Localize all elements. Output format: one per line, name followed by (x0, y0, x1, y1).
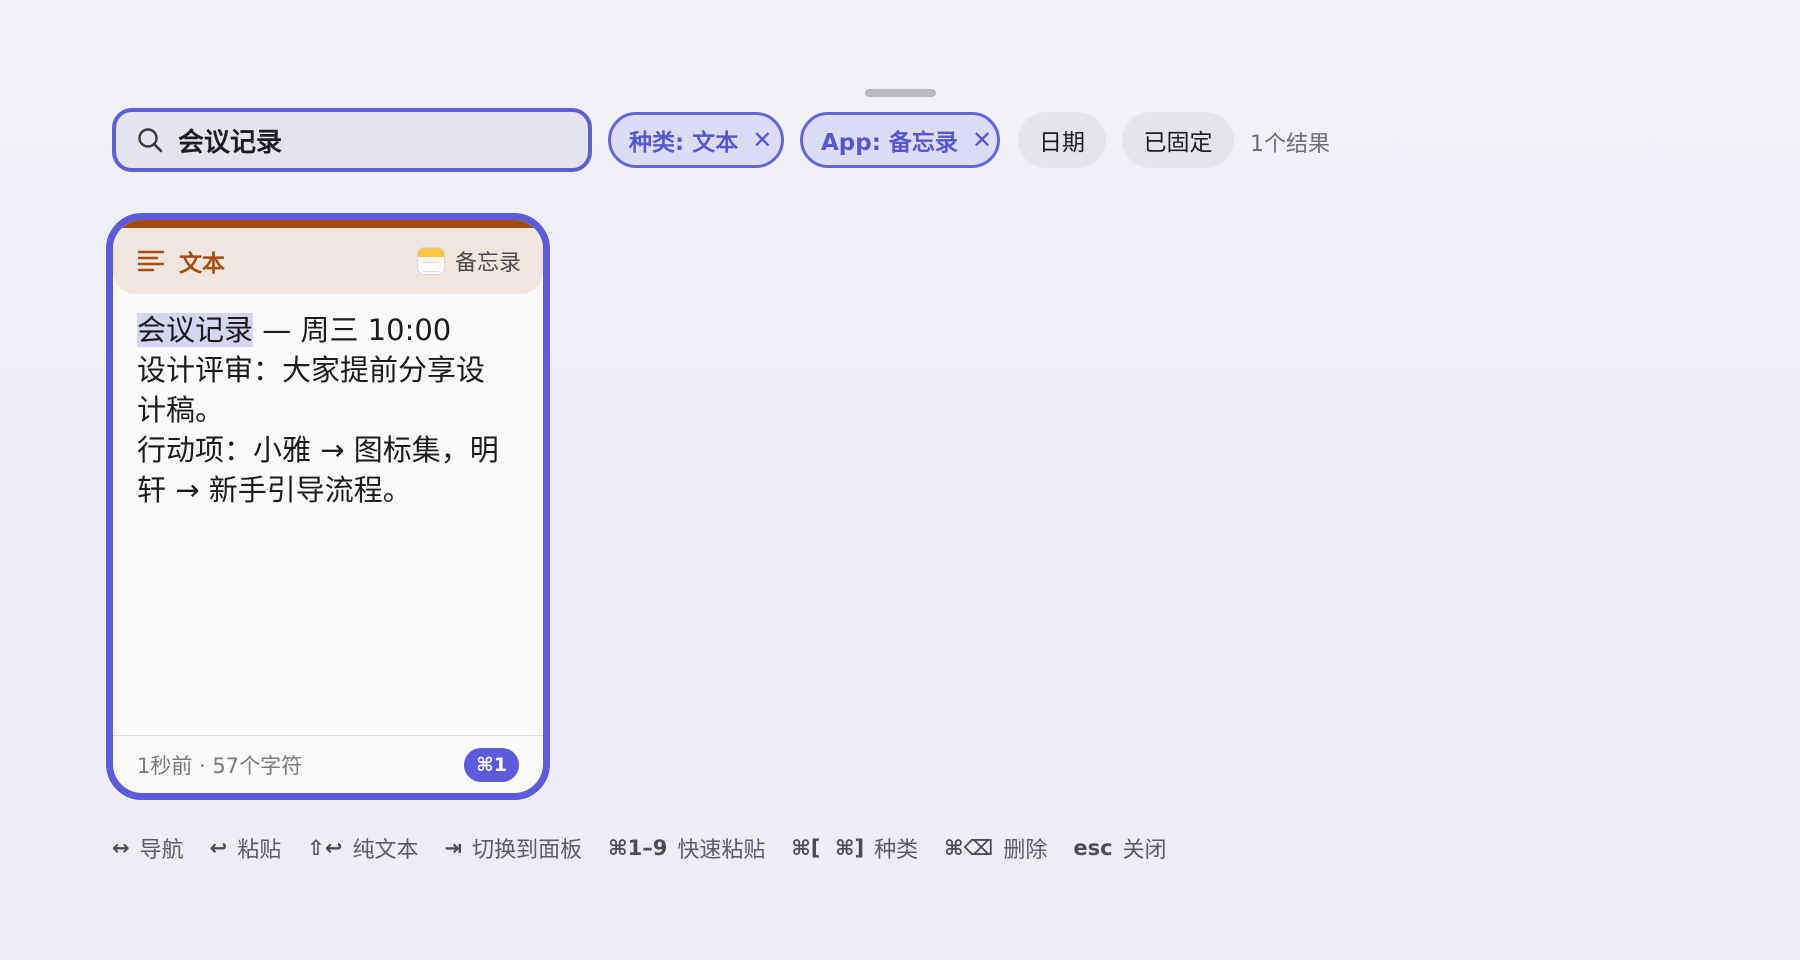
remove-filter-app-icon[interactable]: ✕ (972, 126, 992, 154)
content-line: 设计评审：大家提前分享设 (137, 353, 486, 387)
content-line: 行动项：小雅 → 图标集，明 (137, 433, 499, 467)
keyboard-hints-bar: ↔ 导航 ↩ 粘贴 ⇧↩ 纯文本 ⇥ 切换到面板 ⌘1–9 快速粘贴 ⌘[ ⌘] 种类 ⌘⌫… (112, 832, 1193, 864)
search-icon (138, 128, 163, 153)
filter-chip-type[interactable]: 种类: 文本 ✕ (608, 112, 784, 168)
panel-drag-handle[interactable] (865, 89, 936, 97)
clipboard-item-card[interactable]: 文本 备忘录 会议记录 — 周三 10:00 设计评审：大家提前分享设 计稿。 … (106, 213, 550, 800)
text-lines-icon (137, 250, 165, 272)
hint-switch-panel: ⇥ 切换到面板 (444, 832, 582, 864)
filter-chip-type-label: 种类: 文本 (629, 130, 739, 156)
filter-chip-app[interactable]: App: 备忘录 ✕ (800, 112, 1000, 168)
card-type-label: 文本 (179, 251, 225, 277)
hint-kind: ⌘[ ⌘] 种类 (791, 832, 918, 864)
card-content: 会议记录 — 周三 10:00 设计评审：大家提前分享设 计稿。 行动项：小雅 … (137, 310, 515, 510)
hint-key: ↩ (209, 836, 228, 860)
hint-close: esc 关闭 (1073, 832, 1166, 864)
hint-plain-text: ⇧↩ 纯文本 (307, 832, 418, 864)
hint-delete: ⌘⌫ 删除 (944, 832, 1047, 864)
hint-label: 纯文本 (352, 838, 419, 863)
content-line: 轩 → 新手引导流程。 (137, 473, 412, 507)
search-field[interactable]: 会议记录 (112, 108, 592, 172)
hint-key: esc (1073, 836, 1113, 860)
hint-key: ⇥ (444, 836, 463, 860)
card-header: 文本 备忘录 (113, 220, 543, 294)
hint-label: 切换到面板 (472, 838, 583, 863)
card-footer: 1秒前 · 57个字符 ⌘1 (113, 735, 543, 793)
remove-filter-type-icon[interactable]: ✕ (752, 126, 772, 154)
hint-label: 粘贴 (237, 838, 282, 863)
hint-label: 删除 (1003, 838, 1048, 863)
filter-chip-pinned[interactable]: 已固定 (1122, 112, 1234, 168)
card-meta: 1秒前 · 57个字符 (137, 753, 303, 778)
card-source: 备忘录 (416, 245, 521, 277)
notes-app-icon (416, 247, 445, 275)
hint-navigate: ↔ 导航 (112, 832, 184, 864)
result-count: 1个结果 (1250, 132, 1330, 157)
hint-quick-paste: ⌘1–9 快速粘贴 (608, 832, 765, 864)
hint-key: ↔ (112, 836, 130, 860)
hint-key: ⌘[ ⌘] (791, 836, 865, 860)
content-line-rest: — 周三 10:00 (253, 313, 452, 347)
content-line: 计稿。 (137, 393, 225, 427)
hint-key: ⌘⌫ (944, 836, 994, 860)
hint-label: 种类 (874, 838, 919, 863)
search-match-highlight: 会议记录 (137, 313, 254, 347)
filter-chip-pinned-label: 已固定 (1143, 130, 1213, 156)
hint-label: 快速粘贴 (677, 838, 766, 863)
hint-label: 导航 (139, 838, 184, 863)
filter-chip-date[interactable]: 日期 (1018, 112, 1106, 168)
filter-chip-app-label: App: 备忘录 (821, 130, 958, 156)
hint-paste: ↩ 粘贴 (210, 832, 282, 864)
shortcut-badge: ⌘1 (464, 747, 519, 782)
card-source-label: 备忘录 (454, 251, 521, 276)
hint-key: ⇧↩ (307, 836, 343, 860)
search-query-text[interactable]: 会议记录 (178, 122, 282, 159)
filter-chip-date-label: 日期 (1039, 130, 1085, 156)
hint-label: 关闭 (1122, 838, 1167, 863)
hint-key: ⌘1–9 (608, 836, 668, 860)
content-line: 会议记录 — 周三 10:00 (137, 310, 515, 350)
